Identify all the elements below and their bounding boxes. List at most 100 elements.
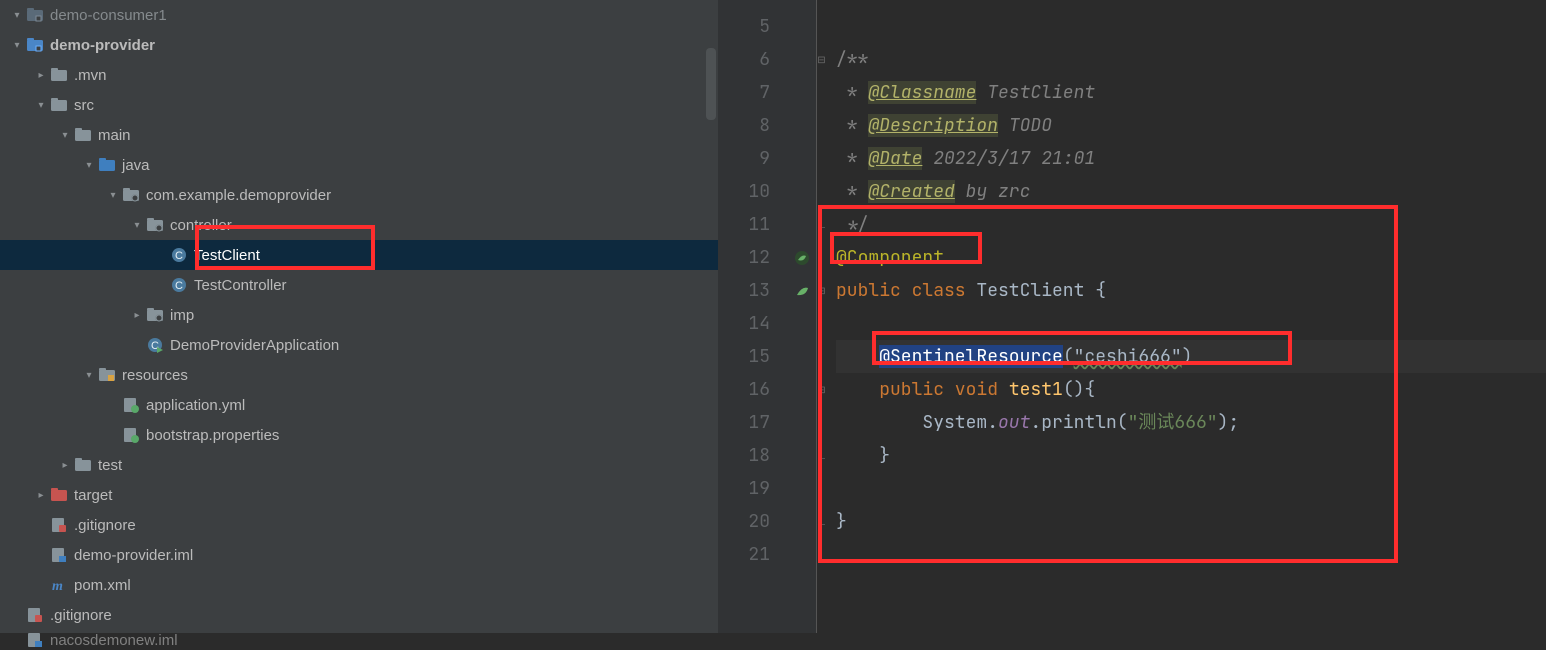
chevron-down-icon[interactable]: ▾: [32, 100, 50, 111]
tree-item[interactable]: ▾com.example.demoprovider: [0, 180, 718, 210]
chevron-down-icon[interactable]: ▾: [56, 130, 74, 141]
chevron-right-icon[interactable]: ▸: [128, 310, 146, 321]
chevron-right-icon[interactable]: ▸: [32, 490, 50, 501]
code-line[interactable]: [836, 10, 1546, 43]
token-docital: TODO: [998, 114, 1052, 137]
chevron-down-icon[interactable]: ▾: [128, 220, 146, 231]
tree-item[interactable]: ▾java: [0, 150, 718, 180]
fold-bar[interactable]: ⊟ ⊥ ⊟ ⊟ ⊥ ⊥: [816, 0, 830, 633]
gutter-empty: [788, 538, 816, 571]
chevron-right-icon[interactable]: ▸: [32, 70, 50, 81]
token-doctag: @Classname: [868, 81, 976, 104]
fold-open-icon[interactable]: ⊟: [817, 43, 830, 76]
folder-src-icon: [98, 156, 116, 174]
tree-item[interactable]: CDemoProviderApplication: [0, 330, 718, 360]
tree-item[interactable]: .gitignore: [0, 510, 718, 540]
line-number: 18: [718, 439, 770, 472]
line-number: 12: [718, 241, 770, 274]
tree-item[interactable]: ▸imp: [0, 300, 718, 330]
code-area[interactable]: /** * @Classname TestClient * @Descripti…: [830, 0, 1546, 633]
token-cmt: *: [836, 81, 868, 104]
tree-item-label: demo-consumer1: [50, 7, 167, 24]
tree-item[interactable]: application.yml: [0, 390, 718, 420]
chevron-right-icon[interactable]: ▸: [56, 460, 74, 471]
fold-empty: [817, 175, 830, 208]
code-line[interactable]: * @Description TODO: [836, 109, 1546, 142]
code-line[interactable]: public class TestClient {: [836, 274, 1546, 307]
tree-item[interactable]: CTestController: [0, 270, 718, 300]
tree-item[interactable]: ▾src: [0, 90, 718, 120]
token-paren: ): [1182, 345, 1193, 368]
package-icon: [146, 216, 164, 234]
tree-item-label: test: [98, 457, 122, 474]
tree-item[interactable]: bootstrap.properties: [0, 420, 718, 450]
fold-open-icon[interactable]: ⊟: [817, 373, 830, 406]
gutter-empty: [788, 307, 816, 340]
module-dim-icon: [26, 6, 44, 24]
chevron-down-icon[interactable]: ▾: [8, 40, 26, 51]
tree-item[interactable]: ▸target: [0, 480, 718, 510]
tree-item[interactable]: .gitignore: [0, 600, 718, 630]
token-plain: }: [836, 510, 847, 533]
token-plain: );: [1218, 411, 1240, 434]
fold-close-icon[interactable]: ⊥: [817, 208, 830, 241]
token-cmt: /**: [836, 48, 868, 71]
tree-item-selected[interactable]: CTestClient: [0, 240, 718, 270]
token-kw: public void: [879, 378, 1009, 401]
fold-open-icon[interactable]: ⊟: [817, 274, 830, 307]
tree-item[interactable]: nacosdemonew.iml: [0, 630, 718, 650]
chevron-down-icon[interactable]: ▾: [80, 160, 98, 171]
code-line[interactable]: public void test1(){: [836, 373, 1546, 406]
gutter-empty: [788, 406, 816, 439]
line-number: 17: [718, 406, 770, 439]
chevron-down-icon[interactable]: ▾: [8, 10, 26, 21]
token-plain: .println(: [1030, 411, 1127, 434]
line-number: 19: [718, 472, 770, 505]
props-icon: [122, 426, 140, 444]
tree-item[interactable]: ▸ test: [0, 450, 718, 480]
token-paren: (){: [1063, 378, 1095, 401]
code-line[interactable]: [836, 538, 1546, 571]
code-line[interactable]: * @Created by zrc: [836, 175, 1546, 208]
line-number: 15: [718, 340, 770, 373]
token-str: "测试666": [1128, 411, 1218, 434]
folder-icon: [50, 96, 68, 114]
token-plain: }: [836, 444, 890, 467]
code-line[interactable]: */: [836, 208, 1546, 241]
tree-item[interactable]: ▾main: [0, 120, 718, 150]
tree-item[interactable]: demo-provider.iml: [0, 540, 718, 570]
code-line[interactable]: [836, 472, 1546, 505]
scrollbar-thumb[interactable]: [706, 48, 716, 120]
fold-empty: [817, 406, 830, 439]
tree-item[interactable]: ▾resources: [0, 360, 718, 390]
svg-text:C: C: [175, 250, 183, 262]
code-line[interactable]: @Component: [836, 241, 1546, 274]
line-number: 14: [718, 307, 770, 340]
fold-close-icon[interactable]: ⊥: [817, 505, 830, 538]
chevron-down-icon[interactable]: ▾: [80, 370, 98, 381]
tree-item[interactable]: mpom.xml: [0, 570, 718, 600]
token-plain: {: [1095, 279, 1106, 302]
spring-bean-gutter-icon: [788, 241, 816, 274]
tree-item-label: DemoProviderApplication: [170, 337, 339, 354]
code-line[interactable]: /**: [836, 43, 1546, 76]
code-line[interactable]: [836, 307, 1546, 340]
code-line[interactable]: @SentinelResource("ceshi666"): [836, 340, 1546, 373]
tree-item[interactable]: ▾demo-provider: [0, 30, 718, 60]
tree-item-label: bootstrap.properties: [146, 427, 279, 444]
token-doctag: @Description: [868, 114, 998, 137]
chevron-down-icon[interactable]: ▾: [104, 190, 122, 201]
token-method: test1: [1009, 378, 1063, 401]
code-line[interactable]: System.out.println("测试666");: [836, 406, 1546, 439]
folder-icon: [74, 456, 92, 474]
code-line[interactable]: }: [836, 439, 1546, 472]
tree-item[interactable]: ▾controller: [0, 210, 718, 240]
code-editor[interactable]: 56789101112131415161718192021 ⊟⊥⊟⊟⊥⊥ /**…: [718, 0, 1546, 633]
code-line[interactable]: }: [836, 505, 1546, 538]
fold-close-icon[interactable]: ⊥: [817, 439, 830, 472]
project-tree[interactable]: ▾demo-consumer1▾demo-provider▸.mvn▾src▾m…: [0, 0, 718, 633]
code-line[interactable]: * @Classname TestClient: [836, 76, 1546, 109]
tree-item[interactable]: ▾ demo-consumer1: [0, 0, 718, 30]
code-line[interactable]: * @Date 2022/3/17 21:01: [836, 142, 1546, 175]
tree-item[interactable]: ▸.mvn: [0, 60, 718, 90]
